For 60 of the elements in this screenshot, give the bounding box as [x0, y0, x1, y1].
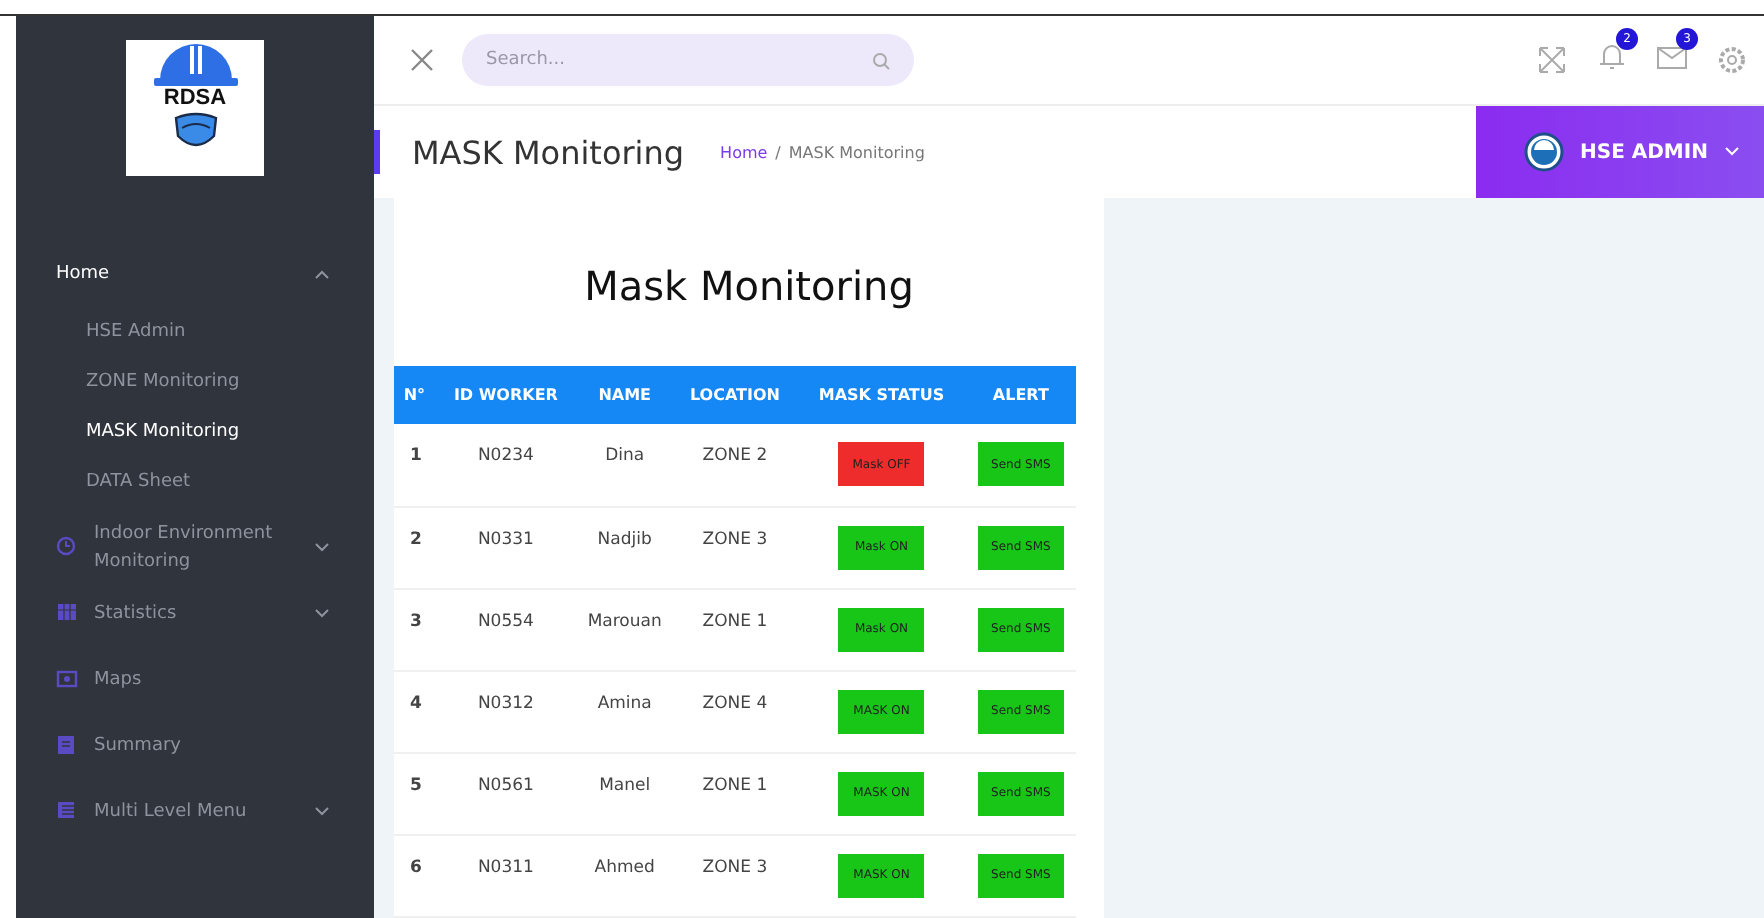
table-cell: N0311 — [434, 834, 577, 916]
list-icon — [56, 800, 78, 822]
submenu-item[interactable]: HSE Admin — [16, 306, 374, 356]
table-cell: 2 — [394, 506, 435, 588]
table-cell: Ahmed — [576, 834, 673, 916]
search-icon — [872, 52, 890, 70]
table-cell: ZONE 4 — [672, 670, 798, 752]
table-cell: 5 — [394, 752, 435, 834]
settings-icon[interactable] — [1716, 44, 1748, 76]
table-cell: 1 — [394, 424, 435, 506]
column-header: MASK STATUS — [797, 366, 966, 424]
table-cell: Marouan — [576, 588, 673, 670]
chevron-down-icon — [1723, 146, 1740, 158]
breadcrumb-current: MASK Monitoring — [788, 143, 925, 161]
menu-item[interactable]: Multi Level Menu — [16, 778, 374, 844]
breadcrumb-separator: / — [775, 143, 781, 161]
avatar-icon — [1524, 132, 1564, 172]
map-icon — [56, 668, 78, 690]
table-cell: ZONE 3 — [672, 834, 798, 916]
grid-icon — [56, 602, 78, 624]
column-header: ALERT — [965, 366, 1076, 424]
user-menu[interactable]: HSE ADMIN — [1476, 106, 1764, 198]
menu-item[interactable]: Home — [16, 240, 374, 306]
clock-icon — [56, 536, 78, 558]
submenu-item[interactable]: ZONE Monitoring — [16, 356, 374, 406]
table-cell: ZONE 2 — [672, 424, 798, 506]
column-header: N° — [394, 366, 435, 424]
card-title: Mask Monitoring — [582, 262, 916, 310]
table-cell: Nadjib — [576, 506, 673, 588]
bell-icon[interactable] — [1596, 40, 1628, 72]
table-cell: Dina — [576, 424, 673, 506]
table-cell: N0331 — [434, 506, 577, 588]
breadcrumb-link[interactable]: Home — [720, 143, 768, 161]
document-icon — [56, 734, 78, 756]
table-cell: Manel — [576, 752, 673, 834]
menu-item[interactable]: Indoor Environment Monitoring — [16, 514, 374, 580]
table-cell: N0554 — [434, 588, 577, 670]
submenu-item[interactable]: DATA Sheet — [16, 456, 374, 506]
close-icon[interactable] — [410, 48, 434, 72]
menu-item[interactable]: Statistics — [16, 580, 374, 646]
table-cell: 3 — [394, 588, 435, 670]
table-cell: ZONE 3 — [672, 506, 798, 588]
fullscreen-icon[interactable] — [1536, 44, 1568, 76]
search-field[interactable]: Search... — [462, 34, 914, 86]
logo-text: RDSA — [163, 86, 227, 110]
table-cell: ZONE 1 — [672, 588, 798, 670]
table-cell: N0561 — [434, 752, 577, 834]
menu-item[interactable]: Maps — [16, 646, 374, 712]
page-title: MASK Monitoring — [412, 133, 685, 171]
table-cell: 6 — [394, 834, 435, 916]
column-header: LOCATION — [672, 366, 798, 424]
table-cell: Amina — [576, 670, 673, 752]
table-cell: 4 — [394, 670, 435, 752]
table-cell: ZONE 1 — [672, 752, 798, 834]
column-header: ID WORKER — [434, 366, 577, 424]
menu-item[interactable]: Summary — [16, 712, 374, 778]
table-cell: N0234 — [434, 424, 577, 506]
submenu-item[interactable]: MASK Monitoring — [16, 406, 374, 456]
column-header: NAME — [576, 366, 673, 424]
table-cell: N0312 — [434, 670, 577, 752]
